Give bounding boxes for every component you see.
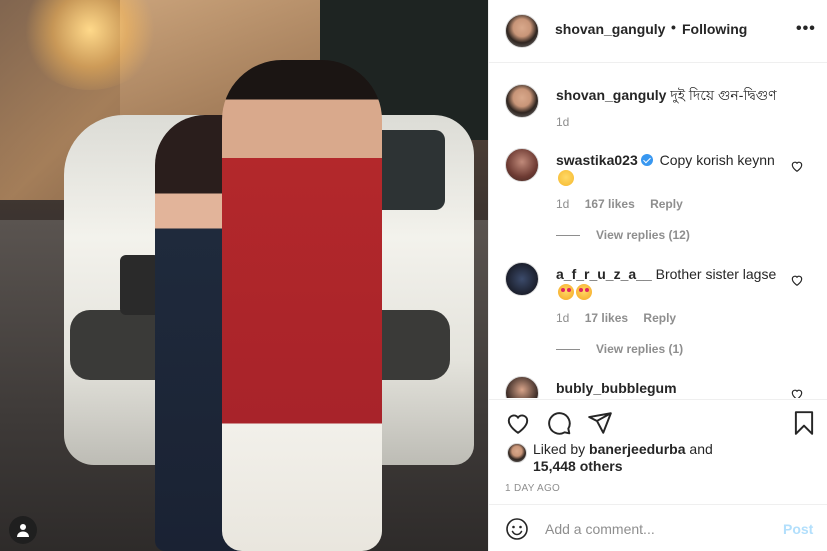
liked-by-and: and (689, 441, 713, 457)
liked-by-text: Liked by banerjeedurba and (533, 441, 713, 457)
view-replies-button[interactable]: View replies (1) (556, 342, 683, 356)
comment-meta: 1d 167 likes Reply (556, 197, 695, 211)
post-header: shovan_ganguly • Following ••• (489, 0, 827, 63)
comment-likes[interactable]: 17 likes (585, 311, 628, 325)
comment-username[interactable]: bubly_bubblegum (556, 380, 677, 396)
heart-icon[interactable] (505, 410, 531, 436)
comment-avatar[interactable] (505, 148, 539, 182)
smile-icon[interactable] (505, 517, 529, 541)
comment-meta: 1d 17 likes Reply (556, 311, 688, 325)
author-avatar[interactable] (505, 14, 539, 48)
comment-username[interactable]: swastika023 (556, 152, 638, 168)
post-comment-button[interactable]: Post (783, 521, 813, 537)
following-button[interactable]: Following (682, 21, 747, 37)
caption-text: shovan_ganguly দুই দিয়ে গুন-দ্বিগুণ (556, 86, 786, 104)
comments-list[interactable]: shovan_ganguly দুই দিয়ে গুন-দ্বিগুণ 1d … (489, 64, 827, 398)
post-photo[interactable] (0, 0, 488, 551)
more-options-icon[interactable]: ••• (796, 20, 816, 38)
comment-body: Brother sister lagse (655, 266, 777, 282)
post-actions: Liked by banerjeedurba and 15,448 others… (489, 399, 827, 503)
user-tag-icon (17, 524, 29, 537)
comment-icon[interactable] (546, 410, 572, 436)
heart-eyes-emoji-icon (558, 284, 574, 300)
view-replies-label: View replies (12) (596, 228, 690, 242)
liked-by-prefix: Liked by (533, 441, 586, 457)
comment-time[interactable]: 1d (556, 311, 569, 325)
heart-eyes-emoji-icon (576, 284, 592, 300)
comment-username[interactable]: a_f_r_u_z_a__ (556, 266, 652, 282)
comment-avatar[interactable] (505, 262, 539, 296)
liked-by-username[interactable]: banerjeedurba (589, 441, 685, 457)
photo-car-grille (120, 255, 160, 315)
caption-body: দুই দিয়ে গুন-দ্বিগুণ (670, 87, 777, 103)
comment-body: Copy korish keynn (659, 152, 775, 168)
caption-username[interactable]: shovan_ganguly (556, 87, 666, 103)
caption-avatar[interactable] (505, 84, 539, 118)
author-username[interactable]: shovan_ganguly (555, 21, 665, 37)
post-time-ago[interactable]: 1 DAY AGO (505, 483, 560, 494)
post-side-panel: shovan_ganguly • Following ••• shovan_ga… (488, 0, 827, 551)
comment-reply-button[interactable]: Reply (643, 311, 676, 325)
others-like-count[interactable]: 15,448 others (533, 458, 623, 474)
add-comment-bar: Add a comment... Post (489, 504, 827, 551)
comment-text: bubly_bubblegum (556, 379, 786, 397)
user-tag-button[interactable] (9, 516, 37, 544)
comment-text: swastika023 Copy korish keynn (556, 151, 786, 187)
comment-time[interactable]: 1d (556, 197, 569, 211)
comment-reply-button[interactable]: Reply (650, 197, 683, 211)
header-separator-dot: • (671, 19, 676, 35)
comment-text: a_f_r_u_z_a__ Brother sister lagse (556, 265, 786, 301)
liked-by-avatar[interactable] (507, 443, 527, 463)
comment-like-heart-icon[interactable] (790, 159, 804, 173)
comment-like-heart-icon[interactable] (790, 387, 804, 398)
comment-like-heart-icon[interactable] (790, 273, 804, 287)
comment-avatar[interactable] (505, 376, 539, 398)
replies-divider-line (556, 235, 580, 237)
view-replies-label: View replies (1) (596, 342, 684, 356)
smirk-emoji-icon (558, 170, 574, 186)
add-comment-input[interactable]: Add a comment... (545, 521, 655, 537)
comment-likes[interactable]: 167 likes (585, 197, 635, 211)
bookmark-icon[interactable] (791, 410, 817, 436)
verified-icon (640, 154, 653, 166)
caption-meta: 1d (556, 115, 581, 129)
photo-man-in-kurta (222, 60, 382, 551)
share-icon[interactable] (587, 410, 613, 436)
view-replies-button[interactable]: View replies (12) (556, 228, 690, 242)
replies-divider-line (556, 349, 580, 351)
caption-time[interactable]: 1d (556, 115, 569, 129)
